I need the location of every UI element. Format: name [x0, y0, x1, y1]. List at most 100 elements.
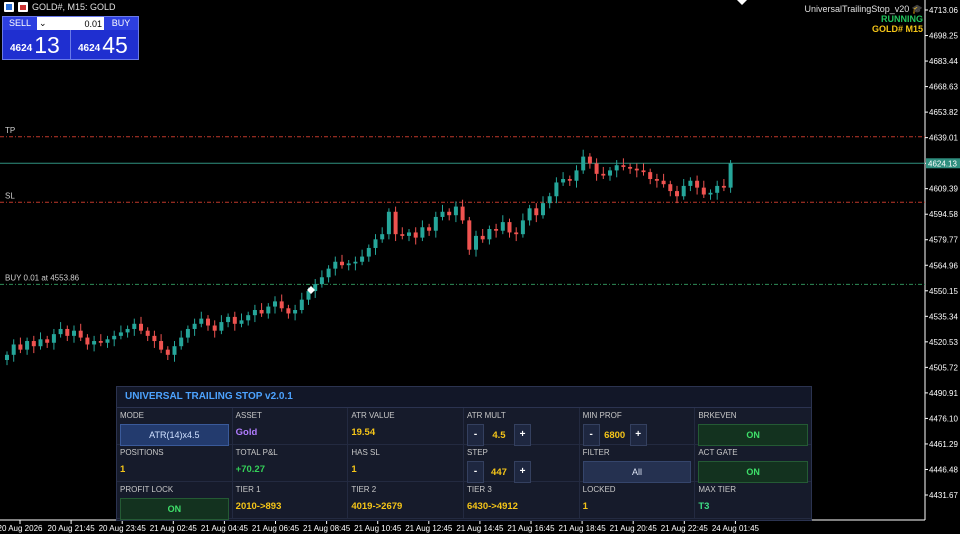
- candle-body: [85, 337, 90, 345]
- profit-lock-cell: PROFIT LOCK ON: [117, 482, 233, 520]
- ea-symbol: GOLD# M15: [871, 24, 923, 34]
- candle-body: [273, 301, 277, 307]
- atr-mult-decrease-button[interactable]: -: [466, 424, 484, 446]
- price-tick-label: 4653.82: [929, 108, 958, 117]
- positions-cell: POSITIONS 1: [117, 445, 233, 482]
- candle-body: [98, 341, 103, 343]
- mode-cell: MODE ATR(14)x4.5: [117, 408, 233, 446]
- price-tick-label: 4446.48: [929, 465, 958, 474]
- min-prof-increase-button[interactable]: +: [629, 424, 647, 446]
- tier-3-value: 6430->4912: [466, 501, 518, 512]
- step-decrease-button[interactable]: -: [466, 461, 484, 483]
- candle-body: [25, 341, 30, 350]
- price-tick-label: 4476.10: [929, 414, 958, 423]
- candle-body: [460, 206, 465, 221]
- candle-body: [561, 179, 566, 183]
- candle-body: [259, 310, 264, 314]
- candle-body: [105, 339, 110, 343]
- ea-hat-icon[interactable]: 🎓: [912, 4, 923, 14]
- candle-body: [65, 328, 70, 336]
- candle-body: [541, 203, 545, 216]
- candle-body: [520, 220, 525, 235]
- candle-body: [78, 330, 83, 338]
- candle-body: [494, 228, 499, 231]
- candle-body: [453, 206, 458, 216]
- min-prof-value: 6800: [604, 429, 626, 441]
- chart-title-bar: GOLD#, M15: GOLD: [4, 2, 116, 12]
- min-prof-label: MIN PROF: [582, 411, 622, 420]
- step-label: STEP: [466, 448, 488, 457]
- tier-1-value: 2010->893: [235, 501, 282, 512]
- level-label: TP: [5, 126, 15, 135]
- atr-value: 19.54: [351, 427, 376, 438]
- candle-body: [226, 316, 231, 323]
- sell-price[interactable]: 4624 13: [3, 30, 70, 59]
- candle-body: [239, 320, 244, 324]
- lot-size-field[interactable]: ⌄ 0.01: [37, 17, 104, 30]
- candle-body: [715, 185, 720, 193]
- candle-body: [534, 208, 539, 216]
- tier-2-label: TIER 2: [351, 485, 377, 494]
- buy-price-minor: 45: [102, 32, 128, 58]
- step-value: 447: [491, 466, 507, 478]
- candle-body: [386, 211, 391, 235]
- mode-button[interactable]: ATR(14)x4.5: [120, 424, 229, 446]
- candle-body: [480, 235, 485, 240]
- candle-body: [547, 196, 552, 204]
- max-tier-cell: MAX TIER T3: [695, 482, 811, 519]
- candle-body: [587, 156, 592, 164]
- time-tick-label: 21 Aug 04:45: [201, 524, 249, 533]
- candle-body: [326, 268, 331, 278]
- price-tick-label: 4668.63: [929, 83, 958, 92]
- candle-body: [661, 180, 666, 185]
- candle-body: [192, 323, 197, 329]
- step-cell: STEP - 447 +: [463, 445, 580, 483]
- atr-mult-cell: ATR MULT - 4.5 +: [463, 408, 580, 446]
- min-prof-decrease-button[interactable]: -: [582, 424, 600, 446]
- sell-button[interactable]: SELL: [3, 17, 37, 30]
- candle-body: [145, 330, 150, 336]
- step-increase-button[interactable]: +: [513, 461, 531, 483]
- time-tick-label: 21 Aug 06:45: [252, 524, 300, 533]
- level-label: SL: [5, 191, 15, 200]
- filter-label: FILTER: [582, 448, 610, 457]
- price-tick-label: 4431.67: [929, 491, 958, 500]
- candle-body: [400, 234, 405, 236]
- candle-body: [5, 354, 9, 360]
- tier-1-label: TIER 1: [235, 485, 261, 494]
- buy-button[interactable]: BUY: [104, 17, 138, 30]
- atr-mult-label: ATR MULT: [466, 411, 506, 420]
- candle-body: [118, 332, 123, 336]
- candle-body: [286, 308, 291, 314]
- candle-body: [433, 216, 438, 231]
- act-gate-toggle[interactable]: ON: [698, 461, 808, 483]
- filter-cell: FILTER All: [579, 445, 696, 483]
- candle-body: [112, 335, 117, 340]
- candle-body: [527, 208, 532, 221]
- candle-body: [608, 170, 612, 176]
- filter-button[interactable]: All: [582, 461, 692, 483]
- has-sl-value: 1: [351, 464, 357, 475]
- profit-lock-toggle[interactable]: ON: [120, 498, 229, 520]
- atr-mult-increase-button[interactable]: +: [513, 424, 531, 446]
- tier-2-value: 4019->2679: [351, 501, 403, 512]
- lot-dropdown-icon[interactable]: ⌄: [39, 18, 47, 29]
- candle-body: [447, 211, 452, 216]
- candle-body: [360, 256, 365, 262]
- candle-body: [346, 263, 351, 266]
- price-tick-label: 4579.77: [929, 236, 958, 245]
- buy-price[interactable]: 4624 45: [70, 30, 138, 59]
- candle-body: [139, 323, 143, 331]
- sell-price-major: 4624: [10, 43, 33, 54]
- candle-body: [675, 191, 679, 197]
- time-tick-label: 21 Aug 22:45: [661, 524, 709, 533]
- total-pnl-label: TOTAL P&L: [235, 448, 278, 457]
- asset-value: Gold: [235, 427, 258, 438]
- candle-body: [333, 261, 338, 269]
- price-tick-label: 4698.25: [929, 32, 958, 41]
- breakeven-toggle[interactable]: ON: [698, 424, 808, 446]
- price-tick-label: 4564.96: [929, 261, 958, 270]
- candle-body: [51, 334, 56, 343]
- candle-body: [500, 222, 505, 231]
- candle-body: [701, 187, 706, 195]
